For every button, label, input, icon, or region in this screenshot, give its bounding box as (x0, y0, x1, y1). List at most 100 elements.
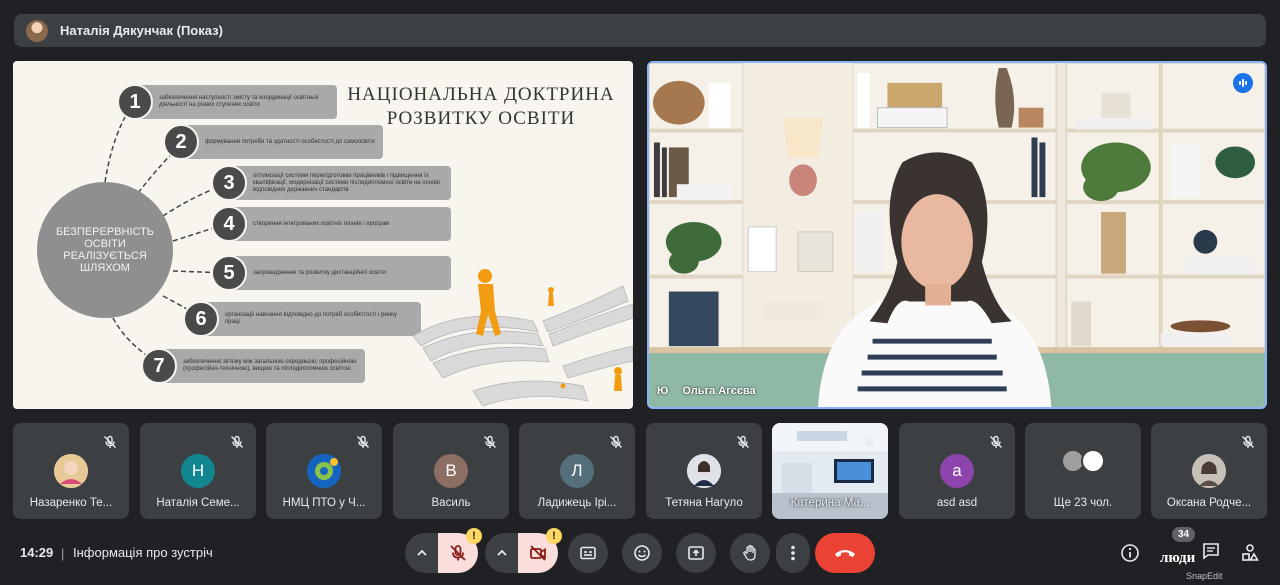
participant-avatar: Л (560, 454, 594, 488)
participant-name: Василь (431, 497, 471, 509)
participant-name: Наталія Семе... (156, 497, 240, 509)
participant-tile[interactable]: a asd asd (899, 423, 1015, 519)
activities-button[interactable] (1239, 542, 1261, 564)
slide-item-2: 2 формування потреби та здатності особис… (163, 124, 383, 160)
participant-name: Ладижець Ірі... (537, 497, 617, 509)
captions-icon (580, 546, 596, 560)
pin-icon[interactable]: Ю (657, 385, 668, 397)
mic-off-icon (357, 435, 369, 448)
participant-avatar (687, 454, 721, 488)
slide-item-number: 1 (117, 84, 153, 120)
participant-tile[interactable]: Оксана Родче... (1151, 423, 1267, 519)
mic-off-icon (737, 435, 749, 448)
chat-icon (1203, 543, 1219, 560)
slide-item-number: 3 (211, 165, 247, 201)
slide-headline-line1: НАЦІОНАЛЬНА ДОКТРИНА (347, 84, 615, 105)
participant-avatar (54, 454, 88, 488)
slide-hub-circle: БЕЗПЕРЕРВНІСТЬ ОСВІТИ РЕАЛІЗУЄТЬСЯ ШЛЯХО… (37, 182, 173, 318)
participant-avatar: Н (181, 454, 215, 488)
mic-off-icon (1242, 435, 1254, 448)
activities-icon (1242, 544, 1259, 561)
participant-tile[interactable]: Н Наталія Семе... (140, 423, 256, 519)
mic-off-icon (863, 435, 875, 448)
slide-hub-text: БЕЗПЕРЕРВНІСТЬ ОСВІТИ РЕАЛІЗУЄТЬСЯ ШЛЯХО… (55, 226, 155, 274)
mic-off-icon (450, 545, 466, 561)
participant-tile[interactable]: Катерина Ма... (772, 423, 888, 519)
mic-off-icon (990, 435, 1002, 448)
hand-icon (743, 544, 756, 561)
participant-tile[interactable]: Назаренко Те... (13, 423, 129, 519)
slide-item-number: 2 (163, 124, 199, 160)
slide-item-number: 4 (211, 206, 247, 242)
slide-item-3: 3 оптимізації системи перепідготовки пра… (211, 165, 451, 201)
speaker-video-scene (649, 63, 1265, 407)
leave-call-button[interactable] (815, 533, 875, 573)
participant-avatar: В (434, 454, 468, 488)
bottom-toolbar: 14:29 | Інформація про зустріч ! ! 34 лю… (0, 527, 1280, 585)
speaking-indicator-icon (1233, 73, 1253, 93)
slide-item-1: 1 забезпечення наступності змісту та коо… (117, 84, 337, 120)
mic-options-button[interactable] (405, 533, 439, 573)
camera-options-button[interactable] (485, 533, 519, 573)
info-icon (1121, 544, 1139, 562)
participant-avatar: a (940, 454, 974, 488)
participant-tile[interactable]: Тетяна Нагуло (646, 423, 762, 519)
participant-tile[interactable]: НМЦ ПТО у Ч... (266, 423, 382, 519)
end-call-icon (835, 550, 855, 557)
captions-button[interactable] (568, 533, 608, 573)
emoji-icon (634, 545, 650, 561)
clock: 14:29 (20, 545, 54, 560)
people-label[interactable]: люди (1160, 550, 1195, 567)
mic-off-icon (231, 435, 243, 448)
mic-off-icon (610, 435, 622, 448)
separator: | (61, 546, 65, 561)
participant-name: Тетяна Нагуло (665, 497, 743, 509)
mic-warning-icon: ! (466, 528, 482, 544)
present-icon (688, 546, 704, 560)
spiral-staircase-illustration (413, 269, 633, 407)
slide-item-text: оптимізації системи перепідготовки праці… (231, 166, 451, 200)
chevron-up-icon (497, 549, 507, 556)
mic-off-icon (484, 435, 496, 448)
slide-item-number: 5 (211, 255, 247, 291)
slide-item-text: формування потреби та здатності особисто… (183, 125, 383, 159)
more-options-button[interactable] (776, 533, 810, 573)
slide-headline: НАЦІОНАЛЬНА ДОКТРИНА РОЗВИТКУ ОСВІТИ (331, 83, 631, 131)
slide-item-text: створення інтегрованих освітніх планів і… (231, 207, 451, 241)
present-screen-button[interactable] (676, 533, 716, 573)
participant-name: Оксана Родче... (1166, 497, 1252, 509)
chevron-up-icon (417, 549, 427, 556)
slide-item-text: забезпечення наступності змісту та коорд… (137, 85, 337, 119)
presenter-bar: Наталія Дякунчак (Показ) (14, 14, 1266, 47)
participant-avatar (1192, 454, 1226, 488)
mic-off-icon (104, 435, 116, 448)
reactions-button[interactable] (622, 533, 662, 573)
participant-avatar-logo (307, 454, 341, 488)
participant-tile[interactable]: В Василь (393, 423, 509, 519)
more-vert-icon (791, 545, 795, 561)
camera-warning-icon: ! (546, 528, 562, 544)
participant-name: asd asd (936, 497, 978, 509)
participant-name: НМЦ ПТО у Ч... (282, 497, 366, 509)
participant-name: Катерина Ма... (790, 497, 870, 509)
participant-tile-others[interactable]: Ще 23 чол. (1025, 423, 1141, 519)
slide-item-7: 7 забезпечення зв'язку між загальною сер… (141, 348, 365, 384)
participant-name: Назаренко Те... (29, 497, 113, 509)
meeting-details-button[interactable] (1119, 542, 1141, 564)
main-speaker-video[interactable]: Ю Ольга Агєєва (647, 61, 1267, 409)
slide-item-6: 6 організації навчання відповідно до пот… (183, 301, 421, 337)
meeting-info-button[interactable]: Інформація про зустріч (73, 545, 213, 560)
raise-hand-button[interactable] (730, 533, 770, 573)
presenter-title: Наталія Дякунчак (Показ) (60, 23, 223, 38)
slide-item-number: 6 (183, 301, 219, 337)
participant-tile[interactable]: Л Ладижець Ірі... (519, 423, 635, 519)
speaker-name: Ольга Агєєва (682, 385, 756, 397)
participant-name: Ще 23 чол. (1053, 497, 1113, 509)
slide-item-number: 7 (141, 348, 177, 384)
presenter-avatar (26, 19, 48, 42)
slide-item-4: 4 створення інтегрованих освітніх планів… (211, 206, 451, 242)
slide-item-text: забезпечення зв'язку між загальною серед… (161, 349, 365, 383)
chat-button[interactable] (1200, 540, 1222, 562)
shared-slide: НАЦІОНАЛЬНА ДОКТРИНА РОЗВИТКУ ОСВІТИ БЕЗ… (13, 61, 633, 409)
snapedit-watermark: SnapEdit (1186, 571, 1223, 581)
